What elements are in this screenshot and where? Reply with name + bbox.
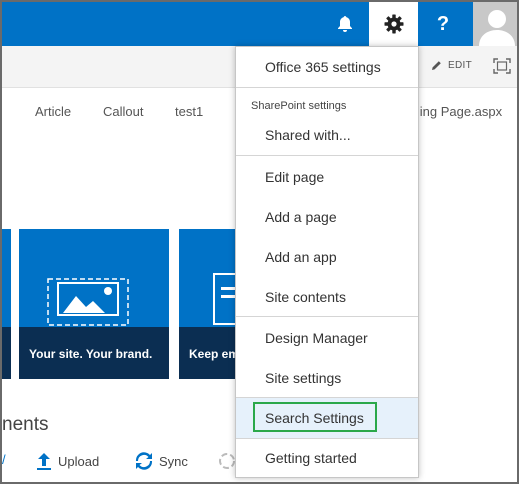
image-placeholder-icon [47,278,129,326]
tab-article[interactable]: Article [35,104,71,119]
share-icon [219,453,235,469]
tab-publishing-page[interactable]: shing Page.aspx [406,104,502,119]
sync-button[interactable]: Sync [135,452,188,470]
menu-item-site-contents[interactable]: Site contents [236,277,418,317]
notifications-button[interactable] [321,2,369,46]
settings-button[interactable] [369,2,418,46]
focus-on-content-button[interactable] [493,58,511,79]
highlight-annotation-box [253,402,377,432]
menu-divider [236,155,418,156]
menu-item-add-a-page[interactable]: Add a page [236,197,418,237]
bell-icon [338,16,352,32]
truncated-command: / [2,452,6,467]
help-icon: ? [436,12,450,35]
edit-page-link[interactable]: EDIT [431,60,472,71]
promo-tile-keep[interactable]: Keep em [179,229,239,379]
focus-on-content-icon [493,58,511,74]
promo-tile-brand[interactable]: Your site. Your brand. [19,229,169,379]
menu-divider [236,87,418,88]
user-avatar-icon [473,2,517,46]
menu-item-design-manager[interactable]: Design Manager [236,318,418,358]
pencil-icon [432,61,441,70]
tile-caption-keep: Keep em [179,327,239,379]
menu-item-add-an-app[interactable]: Add an app [236,237,418,277]
menu-section-sharepoint-settings: SharePoint settings [251,100,347,112]
section-heading: nents [2,414,49,435]
menu-item-office-365-settings[interactable]: Office 365 settings [236,47,418,87]
suite-bar: ? [2,2,517,46]
settings-menu: Office 365 settings SharePoint settings … [235,46,419,478]
sync-label: Sync [159,453,188,469]
menu-divider [236,316,418,317]
menu-item-site-settings[interactable]: Site settings [236,358,418,398]
app-window: ? EDIT Article Callout test1 shing Page.… [0,0,519,484]
tab-callout[interactable]: Callout [103,104,143,119]
gear-icon [384,14,403,34]
menu-item-shared-with[interactable]: Shared with... [236,115,418,155]
menu-item-getting-started[interactable]: Getting started [236,438,418,478]
share-button-partial[interactable] [218,452,236,470]
upload-button[interactable]: Upload [36,452,99,470]
promo-tile-left[interactable] [2,229,11,379]
edit-label: EDIT [448,60,472,71]
tile-caption: Your site. Your brand. [19,327,169,379]
tab-test1[interactable]: test1 [175,104,203,119]
help-button[interactable]: ? [419,2,467,46]
menu-item-edit-page[interactable]: Edit page [236,157,418,197]
user-avatar-button[interactable] [473,2,517,46]
upload-icon [37,453,51,470]
upload-label: Upload [58,453,100,469]
sync-icon [135,452,153,470]
